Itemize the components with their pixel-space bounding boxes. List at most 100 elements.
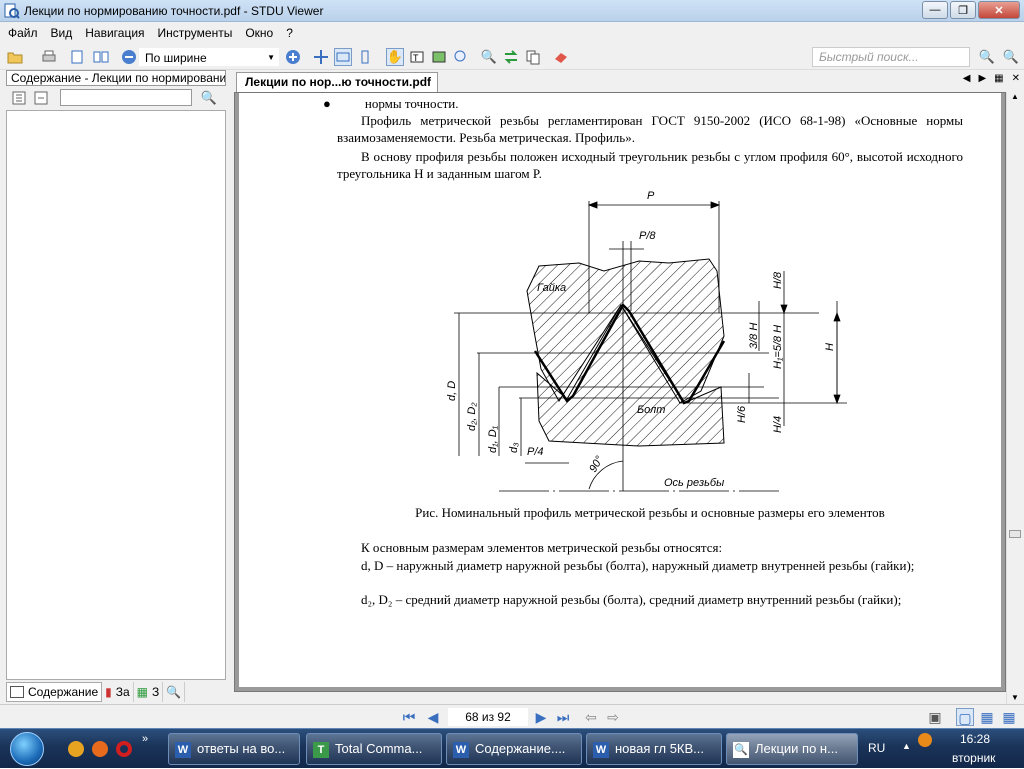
search-next-icon[interactable]: 🔍 <box>1002 48 1020 66</box>
angle-90: 90° <box>587 454 606 475</box>
stdu-viewer-icon: 🔍 <box>733 742 749 758</box>
find-icon[interactable]: 🔍 <box>480 48 498 66</box>
zoom-in-icon[interactable] <box>284 48 302 66</box>
thread-profile-figure: P P/8 Гайка Болт Ось резьбы P/4 90° H/8 … <box>446 191 847 492</box>
contents-toolbar: 🔍 <box>6 87 226 109</box>
fit-width-icon[interactable] <box>334 48 352 66</box>
contents-tabs: Содержание ▮ За ▦ З 🔍 <box>6 682 226 702</box>
select-text-icon[interactable]: T <box>408 48 426 66</box>
dim-P8: P/8 <box>639 230 656 242</box>
clock-day[interactable]: вторник <box>952 751 995 765</box>
select-image-icon[interactable] <box>430 48 448 66</box>
binoculars-icon[interactable]: 🔍 <box>200 89 218 107</box>
figure-caption: Рис. Номинальный профиль метрической рез… <box>415 505 885 520</box>
menu-help[interactable]: ? <box>286 26 293 40</box>
print-icon[interactable] <box>40 48 58 66</box>
zoom-out-icon[interactable] <box>120 48 138 66</box>
single-page-icon[interactable] <box>68 48 86 66</box>
tray-app-icon[interactable] <box>918 733 932 747</box>
taskbar-item-label: Лекции по н... <box>755 741 838 756</box>
tab-contents[interactable]: Содержание <box>6 682 103 702</box>
taskbar-item-active[interactable]: 🔍 Лекции по н... <box>726 733 858 765</box>
menu-view[interactable]: Вид <box>51 26 73 40</box>
bullet-line-text: нормы точности. <box>364 96 459 111</box>
page-number-field[interactable]: 68 из 92 <box>448 708 528 726</box>
scroll-down-icon[interactable]: ▼ <box>1007 693 1023 702</box>
zoom-area-icon[interactable] <box>452 48 470 66</box>
taskbar-item[interactable]: T Total Comma... <box>306 733 442 765</box>
tab-next-icon[interactable]: ▶ <box>978 73 986 84</box>
tab-search[interactable]: 🔍 <box>163 682 186 702</box>
taskbar-item[interactable]: W Содержание.... <box>446 733 582 765</box>
taskbar-item[interactable]: Wновая гл 5КВ... <box>586 733 722 765</box>
close-button[interactable]: ✕ <box>978 1 1020 19</box>
contents-pane-title: Содержание - Лекции по нормированию точн… <box>6 70 226 86</box>
clock-time[interactable]: 16:28 <box>960 732 990 746</box>
taskbar-item[interactable]: Wответы на во... <box>168 733 300 765</box>
find-next-icon[interactable] <box>502 48 520 66</box>
maximize-button[interactable]: ❐ <box>950 1 976 19</box>
tab-bookmarks[interactable]: ▮ За <box>102 682 134 702</box>
menu-window[interactable]: Окно <box>245 26 273 40</box>
expand-icon[interactable] <box>10 89 28 107</box>
minimize-button[interactable]: — <box>922 1 948 19</box>
tab-thumbnails-label: З <box>152 685 160 699</box>
window-title: Лекции по нормированию точности.pdf - ST… <box>24 3 324 18</box>
scroll-thumb[interactable] <box>1009 530 1021 538</box>
open-folder-icon[interactable] <box>6 48 24 66</box>
two-page-view-icon[interactable]: ▦ <box>978 708 996 726</box>
quicklaunch-app-icon[interactable] <box>68 741 84 757</box>
first-page-icon[interactable]: ⏮ <box>400 708 418 726</box>
contents-tab-icon <box>10 686 24 698</box>
opera-icon[interactable] <box>116 741 132 757</box>
menu-bar: Файл Вид Навигация Инструменты Окно ? <box>0 22 1024 44</box>
search-prev-icon[interactable]: 🔍 <box>978 48 996 66</box>
fit-page-icon[interactable] <box>312 48 330 66</box>
bookmark-eraser-icon[interactable] <box>552 48 570 66</box>
prev-page-icon[interactable]: ◀ <box>424 708 442 726</box>
forward-icon[interactable]: ⇨ <box>604 708 622 726</box>
language-indicator[interactable]: RU <box>868 741 885 755</box>
tab-list-icon[interactable]: ▦ <box>994 73 1003 84</box>
dim-d2-D2: d₂, D₂ <box>466 402 478 431</box>
collapse-icon[interactable] <box>32 89 50 107</box>
vertical-scrollbar[interactable]: ▲ ▼ <box>1006 92 1023 704</box>
quick-search-input[interactable]: Быстрый поиск... <box>812 47 970 67</box>
document-tab[interactable]: Лекции по нор...ю точности.pdf <box>236 72 438 92</box>
bullet-line: ● нормы точности. <box>323 95 949 112</box>
contents-tree[interactable] <box>6 110 226 680</box>
tab-thumbnails[interactable]: ▦ З <box>134 682 164 702</box>
quicklaunch-more-icon[interactable]: » <box>142 733 148 745</box>
next-page-icon[interactable]: ▶ <box>532 708 550 726</box>
zoom-select[interactable]: По ширине ▼ <box>138 47 280 67</box>
facing-pages-icon[interactable] <box>92 48 110 66</box>
firefox-icon[interactable] <box>92 741 108 757</box>
pdf-page: ● нормы точности. Профиль метрической рез… <box>239 93 1001 687</box>
scroll-up-icon[interactable]: ▲ <box>1007 92 1023 101</box>
tray-expand-icon[interactable]: ▲ <box>902 741 911 751</box>
layout-icon[interactable]: ▣ <box>926 708 944 726</box>
back-icon[interactable]: ⇦ <box>582 708 600 726</box>
menu-file[interactable]: Файл <box>8 26 38 40</box>
last-page-icon[interactable]: ⏭ <box>554 708 572 726</box>
start-button[interactable] <box>4 729 50 769</box>
hand-tool-icon[interactable]: ✋ <box>386 48 404 66</box>
page-navigation-bar: ⏮ ◀ 68 из 92 ▶ ⏭ ⇦ ⇨ ▣ ▢ ▦ ▦ <box>0 704 1024 728</box>
single-page-view-icon[interactable]: ▢ <box>956 708 974 726</box>
copy-icon[interactable] <box>524 48 542 66</box>
tab-nav: ◀ ▶ ▦ ✕ <box>955 73 1020 84</box>
dim-d1-D1: d₁, D₁ <box>487 425 499 453</box>
document-area: Лекции по нор...ю точности.pdf ◀ ▶ ▦ ✕ ●… <box>230 70 1024 704</box>
fit-height-icon[interactable] <box>356 48 374 66</box>
tab-close-icon[interactable]: ✕ <box>1012 73 1020 84</box>
menu-navigation[interactable]: Навигация <box>85 26 144 40</box>
menu-tools[interactable]: Инструменты <box>158 26 233 40</box>
dim-d-D: d, D <box>446 381 458 401</box>
contents-pane: Содержание - Лекции по нормированию точн… <box>0 70 230 704</box>
grid-view-icon[interactable]: ▦ <box>1000 708 1018 726</box>
search-tab-icon: 🔍 <box>166 685 182 699</box>
tab-prev-icon[interactable]: ◀ <box>963 73 971 84</box>
chevron-down-icon: ▼ <box>267 53 275 62</box>
bullet-icon: ● <box>323 96 331 111</box>
contents-search-input[interactable] <box>60 89 192 106</box>
